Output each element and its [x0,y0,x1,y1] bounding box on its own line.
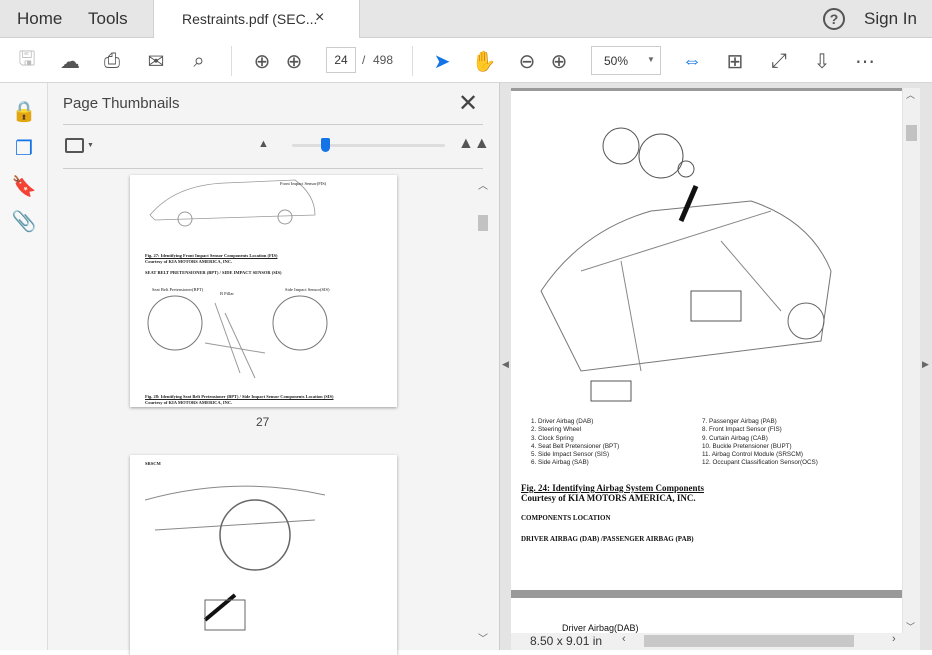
scrollbar-thumb[interactable] [478,215,488,231]
document-viewer: ◀ ▶ 1. Driver Airbag (DAB) 2. Steering Wh… [500,83,932,650]
help-icon[interactable]: ? [823,8,845,30]
thumbnails-panel: Page Thumbnails ✕ ▼ ▲ ▲▲ Front Impact Se… [48,83,500,655]
pretensioner-illustration [147,295,328,379]
figure-caption: Fig. 24: Identifying Airbag System Compo… [521,483,705,493]
divider [63,124,483,125]
fit-width-icon[interactable]: ⇔ [679,48,705,74]
slider-handle[interactable] [321,138,330,152]
close-tab-icon[interactable]: × [315,9,324,27]
page-number-input[interactable]: 24 [326,47,356,73]
toolbar: 🖫 ☁ ⎙ ✉ ⌕ ⊕ ⊕ 24 / 498 ➤ ✋ ⊖ ⊕ 50% ▼ ⇔ ⊞… [0,38,932,83]
next-page-arrow-icon[interactable]: ▶ [922,359,929,370]
chevron-down-icon[interactable]: ▼ [87,142,94,149]
pdf-page: 1. Driver Airbag (DAB) 2. Steering Wheel 3… [511,88,902,590]
fit-page-icon[interactable]: ⊞ [722,48,748,74]
divider [412,46,413,76]
lock-icon[interactable]: 🔒 [12,99,37,123]
next-page-heading: Driver Airbag(DAB) [562,623,639,633]
panel-title: Page Thumbnails [63,95,180,112]
status-bar: 8.50 x 9.01 in ‹ › [511,633,920,650]
full-screen-icon[interactable]: ⤢ [766,48,792,74]
legend-right: 7. Passenger Airbag (PAB) 8. Front Impact… [702,418,818,467]
vertical-scrollbar[interactable]: ︿ ﹀ [903,88,920,633]
document-tab-title: Restraints.pdf (SEC... [182,11,318,27]
search-icon[interactable]: ⌕ [186,48,212,74]
save-icon[interactable]: 🖫 [14,48,40,74]
large-thumbnail-icon[interactable]: ▲▲ [458,135,490,153]
zoom-out-icon[interactable]: ⊖ [514,48,540,74]
tab-bar: Home Tools Restraints.pdf (SEC... × ? Si… [0,0,932,38]
page-size: 8.50 x 9.01 in [530,634,603,648]
tab-tools[interactable]: Tools [88,9,128,29]
thumbnail-options-icon[interactable] [65,138,84,153]
courtesy-text: Courtesy of KIA MOTORS AMERICA, INC. [521,493,696,503]
chevron-down-icon: ▼ [647,55,655,64]
print-icon[interactable]: ⎙ [99,48,125,74]
thumbnail-page-27[interactable]: SRSCM [130,455,397,655]
divider [231,46,232,76]
tab-document[interactable]: Restraints.pdf (SEC... × [153,0,360,38]
attachment-icon[interactable]: 📎 [12,209,37,233]
zoom-value: 50% [604,54,629,68]
scroll-left-icon[interactable]: ‹ [622,633,626,645]
zoom-select[interactable]: 50% ▼ [591,46,661,75]
email-icon[interactable]: ✉ [143,48,169,74]
scrollbar-thumb[interactable] [906,125,917,141]
previous-page-arrow-icon[interactable]: ◀ [502,359,509,370]
upload-cloud-icon[interactable]: ☁ [57,48,83,74]
select-cursor-icon[interactable]: ➤ [429,48,455,74]
section-heading: COMPONENTS LOCATION [521,514,611,522]
pdf-next-page: Driver Airbag(DAB) [511,598,902,633]
airbag-system-illustration [540,127,832,402]
thumbnail-size-slider[interactable] [292,144,445,147]
subsection-heading: DRIVER AIRBAG (DAB) /PASSENGER AIRBAG (P… [521,535,694,543]
thumbnail-page-26[interactable]: Front Impact Sensor(FIS) Fig. 27: Identi… [130,175,397,407]
thumbnail-scrollbar[interactable]: ︿ ﹀ [476,175,490,645]
bookmark-icon[interactable]: 🔖 [12,174,37,198]
hand-tool-icon[interactable]: ✋ [471,48,497,74]
zoom-in-icon[interactable]: ⊕ [546,48,572,74]
page-separator [511,590,902,598]
thumbnail-page-number: 27 [256,415,270,429]
small-thumbnail-icon[interactable]: ▲ [258,138,269,150]
divider [63,168,483,169]
scroll-right-icon[interactable]: › [892,633,896,645]
legend-left: 1. Driver Airbag (DAB) 2. Steering Wheel 3… [531,418,620,467]
previous-page-icon[interactable]: ⊕ [249,48,275,74]
more-tools-icon[interactable]: ⋯ [852,48,878,74]
close-panel-icon[interactable]: ✕ [458,89,478,118]
horizontal-scrollbar-thumb[interactable] [644,635,854,647]
tab-home[interactable]: Home [17,9,62,29]
page-thumbnails-icon[interactable]: ❐ [12,136,36,160]
scroll-mode-icon[interactable]: ⇩ [809,48,835,74]
dashboard-illustration [145,485,325,631]
next-page-icon[interactable]: ⊕ [281,48,307,74]
page-total: 498 [373,53,394,67]
sign-in-button[interactable]: Sign In [864,9,917,29]
page-separator: / [362,53,366,67]
left-rail: 🔒 ❐ 🔖 📎 [0,83,48,650]
